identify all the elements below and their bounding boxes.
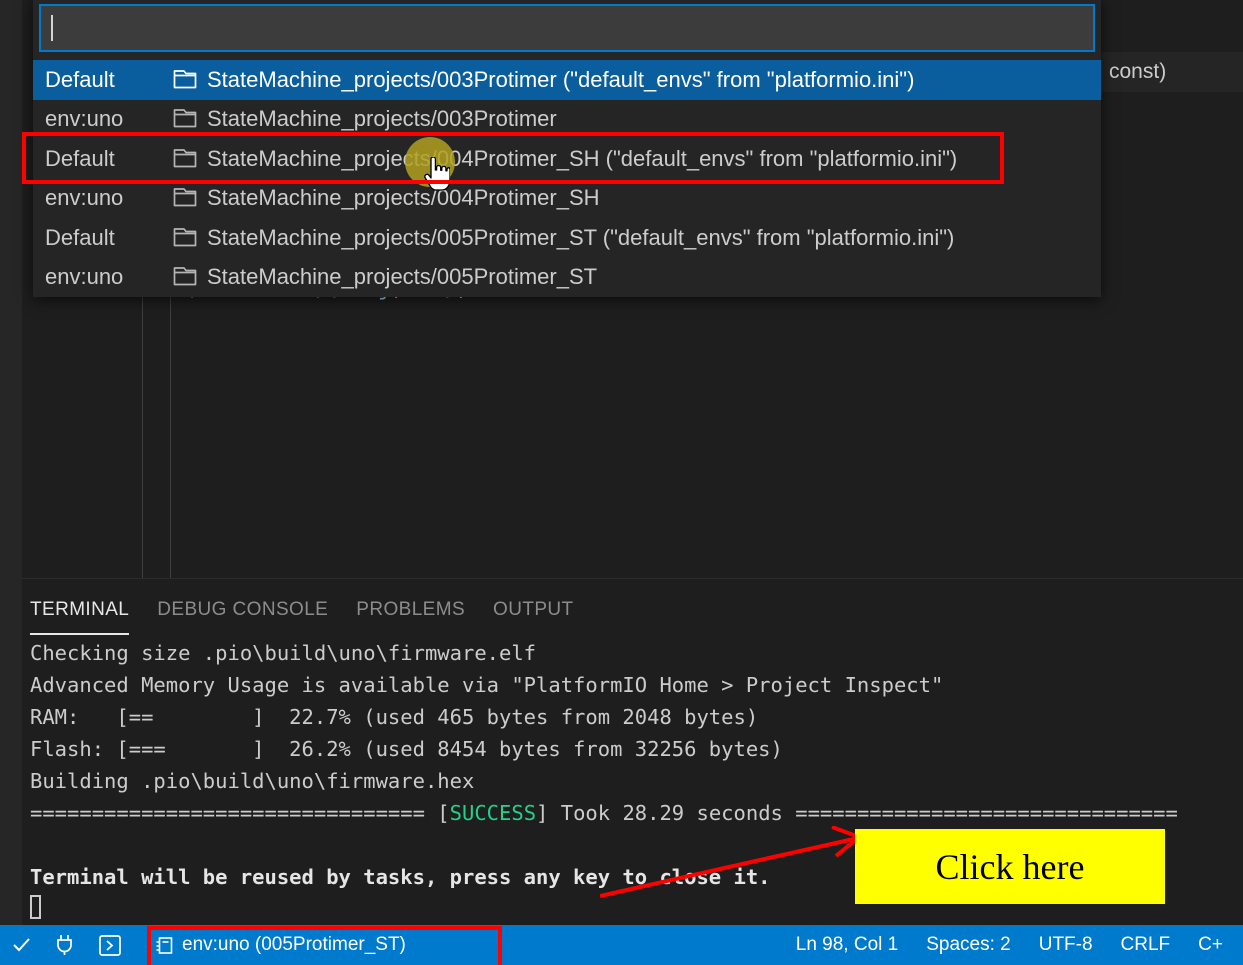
panel-tab-terminal[interactable]: TERMINAL xyxy=(30,599,130,635)
terminal-block-cursor xyxy=(30,895,41,919)
terminal-text: RAM: [== ] 22.7% (used 465 bytes from 20… xyxy=(30,705,759,729)
terminal-text: Building .pio\build\uno\firmware.hex xyxy=(30,769,475,793)
quick-pick-item[interactable]: env:uno StateMachine_projects/004Protimer… xyxy=(33,179,1101,219)
quick-pick-item-description: StateMachine_projects/004Protimer_SH xyxy=(207,185,600,211)
status-item-label: Spaces: 2 xyxy=(926,934,1011,955)
status-item-label: Ln 98, Col 1 xyxy=(795,934,899,955)
folder-icon xyxy=(173,108,197,130)
folder-icon xyxy=(173,227,197,249)
terminal-line: RAM: [== ] 22.7% (used 465 bytes from 20… xyxy=(30,701,1243,733)
status-bar-right: Ln 98, Col 1 Spaces: 2 UTF-8 CRLF C+ xyxy=(782,925,1243,965)
annotation-arrow xyxy=(600,826,863,898)
status-item-crlf[interactable]: CRLF xyxy=(1107,925,1185,965)
terminal-text: Checking size .pio\build\uno\firmware.el… xyxy=(30,641,537,665)
quick-pick-item-description: StateMachine_projects/003Protimer ("defa… xyxy=(207,66,915,92)
terminal-text: ================================ [ xyxy=(30,801,450,825)
quick-pick-input[interactable] xyxy=(39,4,1095,52)
quick-pick-item-description: StateMachine_projects/005Protimer_ST ("d… xyxy=(207,224,955,250)
folder-icon xyxy=(173,69,197,91)
status-item-label: UTF-8 xyxy=(1038,934,1093,955)
indent-guide xyxy=(170,285,171,578)
folder-icon xyxy=(173,187,197,209)
status-item-build[interactable] xyxy=(0,925,43,965)
status-item-spaces-2[interactable]: Spaces: 2 xyxy=(912,925,1025,965)
quick-pick-item-label: env:uno xyxy=(45,185,124,211)
quick-pick-item[interactable]: env:uno StateMachine_projects/005Protimer… xyxy=(33,258,1101,298)
quick-pick-item[interactable]: Default StateMachine_projects/005Protimer… xyxy=(33,218,1101,258)
terminal-text: ] Took 28.29 seconds ===================… xyxy=(536,801,1178,825)
plug-icon xyxy=(56,934,73,956)
panel-tab-problems[interactable]: PROBLEMS xyxy=(356,599,465,627)
text-caret xyxy=(51,15,53,41)
quick-pick-item[interactable]: Default StateMachine_projects/003Protimer… xyxy=(33,60,1101,100)
quick-pick-item-label: env:uno xyxy=(45,106,124,132)
terminal-text: Advanced Memory Usage is available via "… xyxy=(30,673,944,697)
indent-guide xyxy=(142,285,143,578)
status-item-ln-98-col-1[interactable]: Ln 98, Col 1 xyxy=(782,925,912,965)
status-item-utf-8[interactable]: UTF-8 xyxy=(1025,925,1107,965)
panel-tab-bar[interactable]: TERMINAL DEBUG CONSOLE PROBLEMS OUTPUT xyxy=(22,579,1243,635)
annotation-box-statusbar-env xyxy=(147,926,502,965)
terminal-line: Building .pio\build\uno\firmware.hex xyxy=(30,765,1243,797)
status-item-serial-monitor[interactable] xyxy=(86,925,134,965)
callout-label: Click here xyxy=(935,846,1085,887)
serial-monitor-icon xyxy=(99,934,121,956)
quick-pick-item-label: Default xyxy=(45,224,115,250)
status-item-upload[interactable] xyxy=(43,925,86,965)
folder-icon xyxy=(173,266,197,288)
vscode-window: ];89 if(ehandler)90 (*ehandler)(mobj,&ee… xyxy=(0,0,1243,965)
status-item-label: CRLF xyxy=(1120,934,1171,955)
terminal-text: SUCCESS xyxy=(449,801,537,825)
quick-pick-item-label: env:uno xyxy=(45,264,124,290)
terminal-line: Checking size .pio\build\uno\firmware.el… xyxy=(30,637,1243,669)
terminal-line: ================================ [SUCCES… xyxy=(30,797,1243,829)
quick-pick-item-description: StateMachine_projects/003Protimer xyxy=(207,106,557,132)
hover-tooltip-fragment: const) xyxy=(1101,52,1243,92)
click-here-callout: Click here xyxy=(855,829,1165,904)
terminal-text: Flash: [=== ] 26.2% (used 8454 bytes fro… xyxy=(30,737,783,761)
status-item-c[interactable]: C+ xyxy=(1184,925,1237,965)
activity-bar-strip xyxy=(0,0,22,925)
panel-tab-debug-console[interactable]: DEBUG CONSOLE xyxy=(157,599,328,627)
terminal-line: Advanced Memory Usage is available via "… xyxy=(30,669,1243,701)
quick-pick-item-label: Default xyxy=(45,66,115,92)
checkmark-icon xyxy=(13,936,30,954)
quick-pick-item-description: StateMachine_projects/005Protimer_ST xyxy=(207,264,598,290)
annotation-box-quickpick-row xyxy=(22,132,1004,184)
terminal-line: Flash: [=== ] 26.2% (used 8454 bytes fro… xyxy=(30,733,1243,765)
panel-tab-output[interactable]: OUTPUT xyxy=(493,599,574,627)
quick-pick-input-wrapper xyxy=(33,0,1101,60)
status-item-label: C+ xyxy=(1198,934,1223,955)
